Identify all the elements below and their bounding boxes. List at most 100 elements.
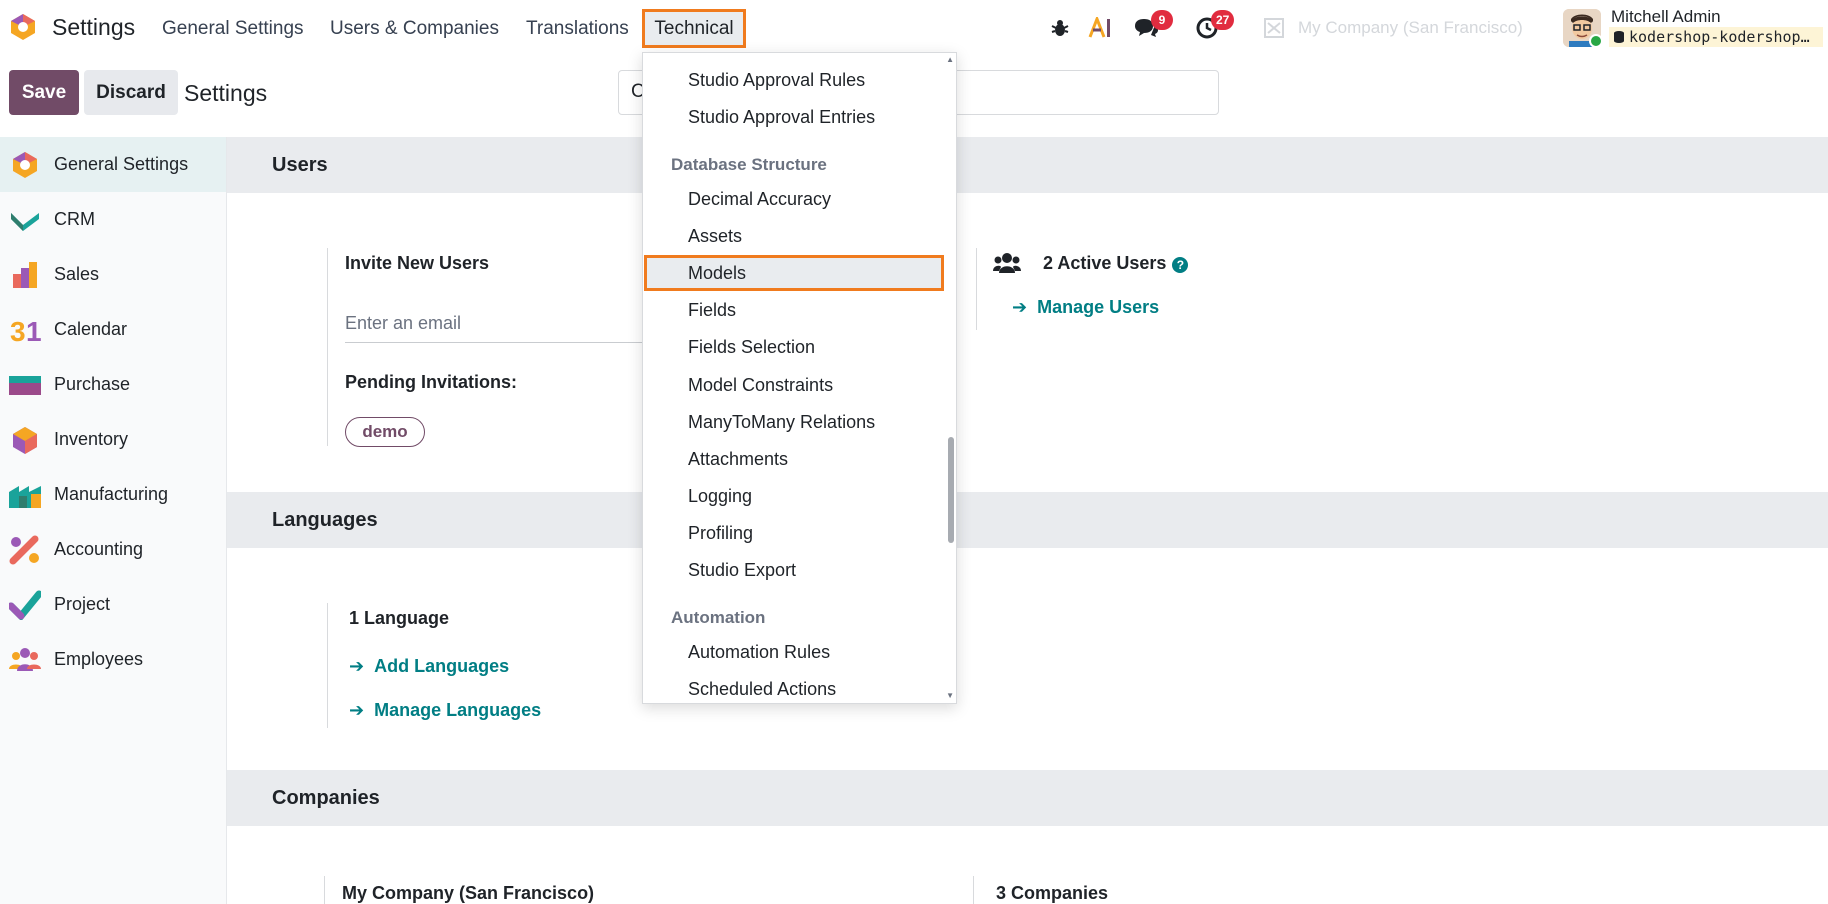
menu-item-fields-selection[interactable]: Fields Selection <box>688 337 815 358</box>
user-name[interactable]: Mitchell Admin <box>1611 7 1721 27</box>
company-switcher[interactable]: My Company (San Francisco) <box>1298 18 1523 38</box>
sidebar-item-calendar[interactable]: 31 Calendar <box>0 302 226 357</box>
accounting-icon <box>9 535 39 564</box>
arrow-right-icon: ➔ <box>349 700 365 720</box>
settings-logo-icon <box>13 151 37 178</box>
pending-invitations-label: Pending Invitations: <box>345 372 518 392</box>
sidebar-item-accounting[interactable]: Accounting <box>0 522 226 577</box>
menu-item-automation-rules[interactable]: Automation Rules <box>688 642 830 663</box>
discard-button[interactable]: Discard <box>84 70 178 115</box>
menu-item-fields[interactable]: Fields <box>688 300 736 321</box>
sidebar-item-purchase[interactable]: Purchase <box>0 357 226 412</box>
languages-section-header: Languages <box>227 492 1828 548</box>
sales-icon <box>13 261 37 288</box>
invite-users-label: Invite New Users <box>345 253 490 273</box>
menu-users-companies[interactable]: Users & Companies <box>330 18 499 40</box>
debug-bug-icon[interactable] <box>1047 15 1073 41</box>
menu-item-decimal-accuracy[interactable]: Decimal Accuracy <box>688 189 831 210</box>
company-name-label: My Company (San Francisco) <box>342 883 595 903</box>
page-title: Settings <box>184 80 268 106</box>
sidebar-item-employees[interactable]: Employees <box>0 632 226 687</box>
ai-icon[interactable] <box>1088 15 1114 41</box>
sidebar-item-crm[interactable]: CRM <box>0 192 226 247</box>
manage-users-text: Manage Users <box>1037 297 1160 317</box>
svg-text:1: 1 <box>26 316 41 345</box>
add-languages-link[interactable]: ➔ Add Languages <box>349 656 509 677</box>
companies-section-header: Companies <box>227 770 1828 826</box>
companies-section-title: Companies <box>272 787 380 809</box>
divider <box>327 248 328 446</box>
invite-email-input[interactable]: Enter an email <box>345 313 645 343</box>
sidebar-item-label: Purchase <box>54 374 131 394</box>
database-name: kodershop-kodershop… <box>1609 27 1823 47</box>
database-icon <box>1614 31 1624 43</box>
sidebar-item-label: Project <box>54 594 111 614</box>
app-title[interactable]: Settings <box>52 14 135 41</box>
sidebar-item-label: General Settings <box>54 154 189 174</box>
inventory-icon <box>13 426 37 454</box>
divider <box>327 603 328 728</box>
users-group-icon <box>993 253 1021 273</box>
menu-item-logging[interactable]: Logging <box>688 486 752 507</box>
sidebar-item-manufacturing[interactable]: Manufacturing <box>0 467 226 522</box>
menu-item-models[interactable]: Models <box>688 263 746 284</box>
svg-text:3: 3 <box>10 316 26 345</box>
purchase-icon <box>9 375 41 395</box>
menu-item-assets[interactable]: Assets <box>688 226 742 247</box>
users-section-header: Users <box>227 137 1828 193</box>
companies-count: 3 Companies <box>996 883 1109 903</box>
dropdown-scrollbar-thumb[interactable] <box>948 437 954 543</box>
arrow-right-icon: ➔ <box>1012 297 1028 317</box>
sidebar-item-label: Employees <box>54 649 144 669</box>
sidebar-item-general-settings[interactable]: General Settings <box>0 137 226 192</box>
sidebar-item-label: Sales <box>54 264 100 284</box>
settings-sidebar: General Settings CRM Sales 31 Calendar P… <box>0 137 227 904</box>
activities-badge: 27 <box>1211 10 1235 30</box>
online-status-dot <box>1589 34 1603 48</box>
menu-general-settings[interactable]: General Settings <box>162 18 304 40</box>
technical-menu-dropdown: Studio Approval Rules Studio Approval En… <box>642 52 957 704</box>
messages-badge: 9 <box>1151 10 1173 30</box>
project-icon <box>9 590 41 620</box>
menu-item-studio-export[interactable]: Studio Export <box>688 560 796 581</box>
menu-item-studio-approval-entries[interactable]: Studio Approval Entries <box>688 107 875 128</box>
pending-invitation-tag[interactable]: demo <box>345 417 425 447</box>
manage-users-link[interactable]: ➔ Manage Users <box>1012 297 1159 318</box>
manage-languages-link[interactable]: ➔ Manage Languages <box>349 700 541 721</box>
sidebar-item-inventory[interactable]: Inventory <box>0 412 226 467</box>
menu-item-attachments[interactable]: Attachments <box>688 449 788 470</box>
help-question-icon[interactable]: ? <box>1172 257 1189 273</box>
crm-icon <box>11 212 39 231</box>
menu-technical[interactable]: Technical <box>642 9 746 48</box>
save-button[interactable]: Save <box>9 70 79 115</box>
manage-languages-text: Manage Languages <box>374 700 542 720</box>
dropdown-scrollbar[interactable] <box>944 53 956 703</box>
sidebar-item-label: Calendar <box>54 319 128 339</box>
arrow-right-icon: ➔ <box>349 656 365 676</box>
sidebar-item-label: Accounting <box>54 539 144 559</box>
divider <box>973 876 974 904</box>
language-count: 1 Language <box>349 608 450 628</box>
divider <box>976 248 977 330</box>
company-switch-icon[interactable] <box>1262 17 1292 39</box>
sidebar-item-label: Manufacturing <box>54 484 169 504</box>
odoo-settings-logo-icon[interactable] <box>8 12 38 42</box>
active-users-text: 2 Active Users <box>1043 253 1167 273</box>
languages-section-title: Languages <box>272 509 378 531</box>
sidebar-item-label: CRM <box>54 209 95 229</box>
menu-item-scheduled-actions[interactable]: Scheduled Actions <box>688 679 836 700</box>
menu-item-model-constraints[interactable]: Model Constraints <box>688 375 833 396</box>
menu-item-profiling[interactable]: Profiling <box>688 523 753 544</box>
sidebar-item-project[interactable]: Project <box>0 577 226 632</box>
menu-section-automation: Automation <box>671 608 766 627</box>
users-section-title: Users <box>272 154 328 176</box>
menu-item-studio-approval-rules[interactable]: Studio Approval Rules <box>688 70 865 91</box>
menu-item-many2many-relations[interactable]: ManyToMany Relations <box>688 412 875 433</box>
add-languages-text: Add Languages <box>374 656 510 676</box>
menu-section-database-structure: Database Structure <box>671 155 827 174</box>
scroll-down-arrow-icon[interactable]: ▼ <box>946 691 954 700</box>
menu-translations[interactable]: Translations <box>526 18 629 40</box>
scroll-up-arrow-icon[interactable]: ▲ <box>946 55 954 64</box>
sidebar-item-sales[interactable]: Sales <box>0 247 226 302</box>
manufacturing-icon <box>9 485 41 508</box>
